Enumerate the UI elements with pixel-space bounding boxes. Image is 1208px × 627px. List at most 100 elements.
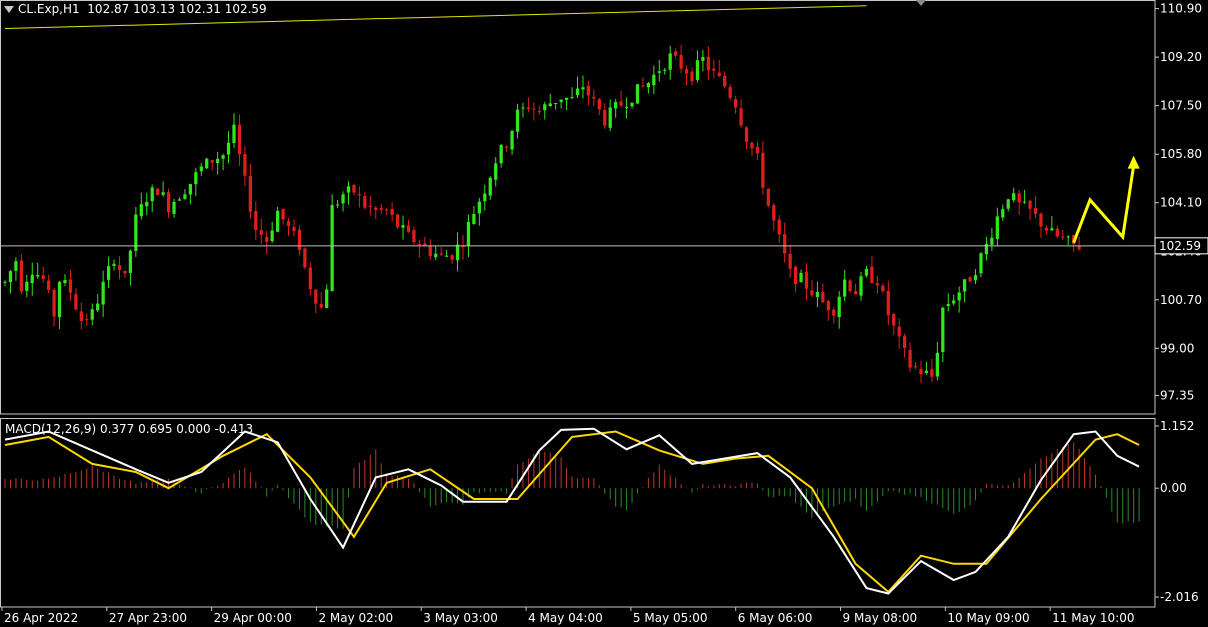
candle-body (695, 60, 700, 80)
candle-body (303, 248, 307, 268)
candle-body (641, 85, 645, 87)
candle-body (1066, 236, 1070, 238)
candle-body (733, 99, 738, 108)
candle-body (286, 220, 291, 227)
candle-body (1055, 228, 1059, 237)
candle-body (112, 263, 116, 266)
candle-body (875, 283, 880, 286)
candle-body (848, 280, 852, 291)
candle-body (668, 53, 672, 70)
candle-body (946, 304, 950, 307)
candle-body (510, 130, 514, 150)
candle-body (14, 261, 18, 271)
time-tick-label: 3 May 03:00 (423, 611, 498, 625)
candle-body (281, 208, 285, 220)
candle-body (1012, 193, 1016, 201)
candle-body (357, 194, 362, 196)
candle-body (395, 214, 400, 228)
candle-body (52, 289, 56, 317)
candle-body (41, 275, 45, 280)
dropdown-arrow-icon[interactable] (4, 6, 14, 13)
candle-body (1006, 199, 1010, 209)
candle-body (783, 234, 787, 254)
candle-body (881, 285, 885, 291)
candle-body (990, 237, 994, 245)
candle-body (346, 186, 351, 193)
candle-body (466, 221, 471, 246)
candle-body (428, 245, 432, 257)
candles-group (3, 44, 1081, 384)
candle-body (804, 271, 809, 289)
candle-body (450, 255, 454, 260)
candle-body (935, 352, 939, 377)
candle-body (494, 163, 498, 180)
candle-body (330, 205, 334, 292)
candle-body (335, 204, 340, 206)
ohlc-readout: 102.87 103.13 102.31 102.59 (87, 2, 267, 16)
candle-body (145, 201, 149, 207)
candle-body (423, 243, 427, 246)
candle-body (962, 279, 967, 292)
time-tick-label: 4 May 04:00 (528, 611, 603, 625)
candle-body (36, 274, 40, 277)
candle-body (25, 281, 29, 291)
macd-panel-frame (0, 418, 1156, 608)
candle-body (717, 72, 721, 76)
candle-body (275, 210, 280, 232)
candle-body (488, 177, 492, 196)
candle-body (766, 188, 770, 206)
candle-body (1017, 193, 1021, 203)
time-tick-label: 26 Apr 2022 (4, 611, 78, 625)
candle-body (68, 279, 73, 293)
candle-body (199, 166, 203, 172)
candle-body (635, 84, 640, 104)
candle-body (106, 266, 111, 280)
forecast-arrowhead (1127, 155, 1140, 169)
candle-body (368, 205, 372, 207)
candle-body (390, 208, 394, 215)
time-tick-label: 27 Apr 23:00 (109, 611, 187, 625)
candle-body (379, 208, 383, 210)
candle-body (85, 319, 89, 321)
candle-body (968, 277, 972, 282)
candle-body (90, 309, 94, 320)
macd-histogram-group (4, 442, 1140, 529)
candle-body (690, 71, 694, 82)
candle-body (1050, 228, 1054, 231)
candle-body (3, 281, 7, 283)
candle-body (592, 96, 596, 99)
candle-body (543, 104, 547, 111)
candle-body (521, 107, 525, 109)
candle-body (652, 74, 656, 86)
chart-header: CL.Exp,H1 102.87 103.13 102.31 102.59 (4, 2, 267, 16)
candle-body (237, 124, 242, 155)
candle-body (297, 229, 302, 251)
chart-shift-marker-icon (916, 0, 926, 6)
price-tick-label: 107.50 (1160, 99, 1202, 113)
candle-body (248, 175, 252, 212)
time-tick-label: 10 May 09:00 (947, 611, 1029, 625)
candle-body (254, 210, 258, 230)
candle-body (919, 368, 923, 375)
candle-body (723, 75, 727, 87)
time-tick-label: 5 May 05:00 (633, 611, 708, 625)
candle-body (455, 244, 460, 261)
candle-body (684, 69, 689, 74)
candle-body (1061, 236, 1065, 238)
candle-body (663, 69, 667, 71)
candle-body (619, 101, 623, 106)
candle-body (826, 301, 830, 311)
candle-body (597, 99, 601, 110)
candle-body (548, 103, 552, 107)
candle-body (243, 153, 247, 176)
candle-body (325, 289, 329, 309)
candle-body (19, 260, 23, 292)
candle-body (603, 110, 607, 126)
candle-body (1044, 227, 1049, 231)
candle-body (532, 108, 536, 110)
price-tick-label: 99.00 (1160, 341, 1194, 355)
candle-body (701, 57, 705, 61)
candle-body (570, 97, 574, 99)
forecast-arrow (1072, 165, 1136, 244)
candle-body (799, 272, 803, 282)
